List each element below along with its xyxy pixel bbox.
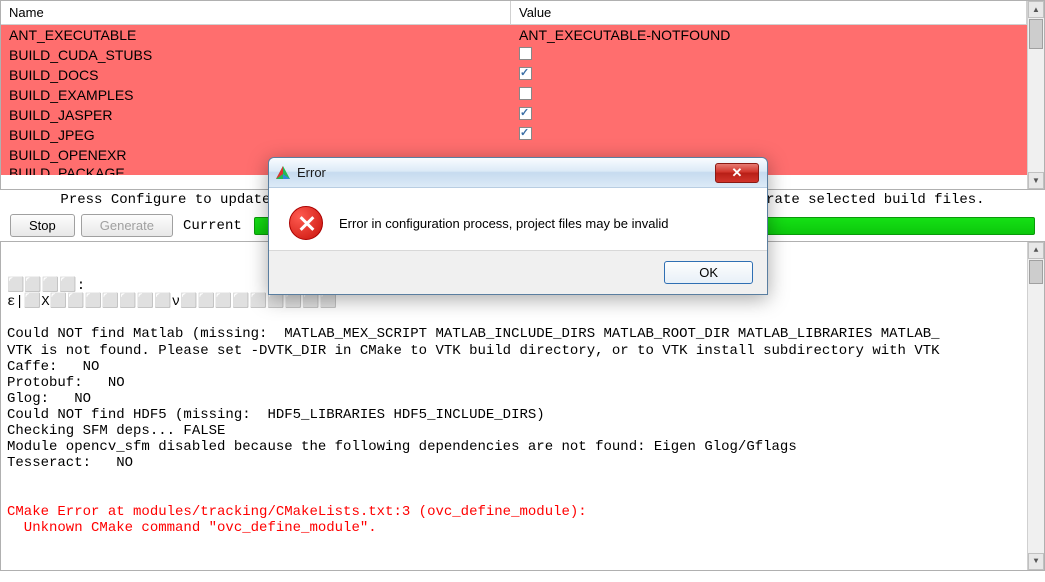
scroll-thumb[interactable] [1029, 19, 1043, 49]
checkbox[interactable] [519, 67, 532, 80]
scroll-up-arrow[interactable]: ▲ [1028, 1, 1044, 18]
cell-name: BUILD_DOCS [1, 67, 511, 83]
cell-value[interactable] [511, 47, 1027, 63]
cell-name: BUILD_CUDA_STUBS [1, 47, 511, 63]
cmake-icon [275, 165, 291, 181]
stop-button[interactable]: Stop [10, 214, 75, 237]
generate-button[interactable]: Generate [81, 214, 173, 237]
scroll-up-arrow[interactable]: ▲ [1028, 242, 1044, 259]
table-row[interactable]: BUILD_EXAMPLES [1, 85, 1027, 105]
dialog-title: Error [297, 165, 715, 180]
checkbox[interactable] [519, 47, 532, 60]
cell-name: BUILD_JASPER [1, 107, 511, 123]
ok-button[interactable]: OK [664, 261, 753, 284]
cell-value[interactable]: ANT_EXECUTABLE-NOTFOUND [511, 27, 1027, 43]
scroll-thumb[interactable] [1029, 260, 1043, 284]
current-generator-label: Current [183, 218, 242, 234]
cell-value[interactable] [511, 67, 1027, 83]
table-row[interactable]: BUILD_DOCS [1, 65, 1027, 85]
column-name-header[interactable]: Name [1, 1, 511, 24]
log-scrollbar[interactable]: ▲ ▼ [1027, 242, 1044, 570]
checkbox[interactable] [519, 107, 532, 120]
cell-value[interactable] [511, 127, 1027, 143]
table-scrollbar[interactable]: ▲ ▼ [1027, 1, 1044, 189]
column-value-header[interactable]: Value [511, 1, 1027, 24]
cell-value[interactable] [511, 87, 1027, 103]
checkbox[interactable] [519, 87, 532, 100]
close-icon: ✕ [732, 165, 743, 181]
cell-value[interactable] [511, 107, 1027, 123]
dialog-message: Error in configuration process, project … [339, 216, 668, 231]
error-icon [289, 206, 323, 240]
close-button[interactable]: ✕ [715, 163, 759, 183]
table-row[interactable]: ANT_EXECUTABLEANT_EXECUTABLE-NOTFOUND [1, 25, 1027, 45]
dialog-titlebar[interactable]: Error ✕ [269, 158, 767, 188]
scroll-down-arrow[interactable]: ▼ [1028, 553, 1044, 570]
table-row[interactable]: BUILD_CUDA_STUBS [1, 45, 1027, 65]
cell-name: BUILD_JPEG [1, 127, 511, 143]
cell-name: BUILD_EXAMPLES [1, 87, 511, 103]
table-header: Name Value [1, 1, 1027, 25]
cell-name: ANT_EXECUTABLE [1, 27, 511, 43]
table-row[interactable]: BUILD_JASPER [1, 105, 1027, 125]
scroll-down-arrow[interactable]: ▼ [1028, 172, 1044, 189]
error-dialog: Error ✕ Error in configuration process, … [268, 157, 768, 295]
checkbox[interactable] [519, 127, 532, 140]
table-row[interactable]: BUILD_JPEG [1, 125, 1027, 145]
